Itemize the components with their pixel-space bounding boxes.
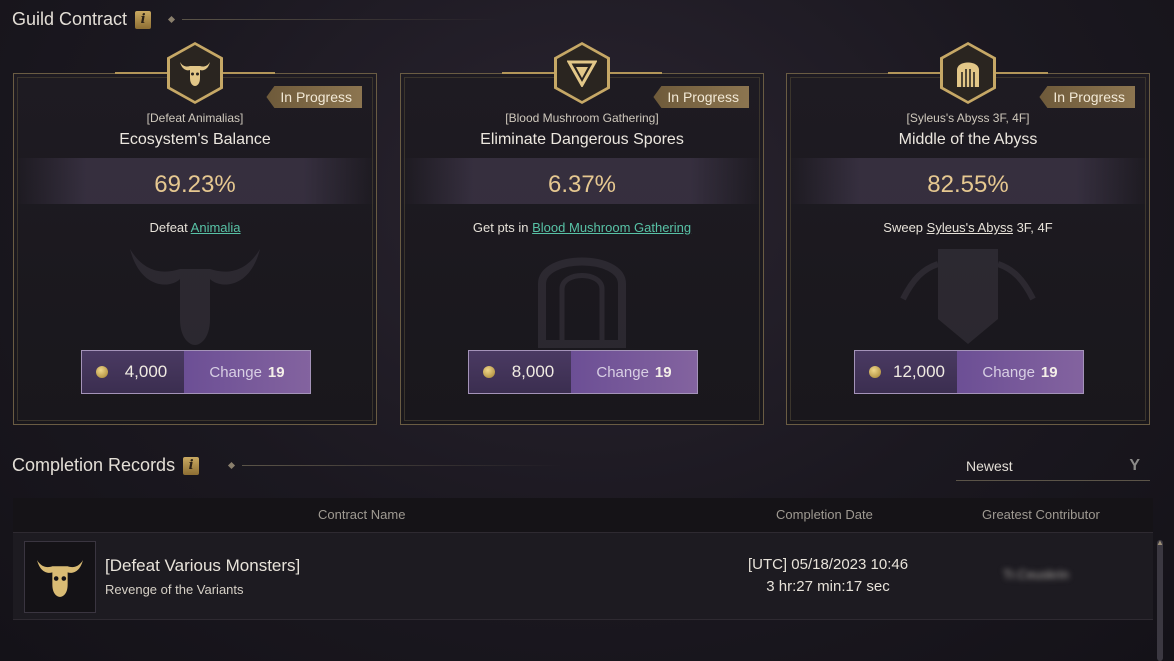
change-count: 19 — [267, 363, 285, 381]
card-emblem — [115, 42, 275, 106]
card-emblem — [502, 42, 662, 106]
reward-change-button[interactable]: 8,000 Change 19 — [468, 350, 698, 394]
gate-watermark-icon — [538, 257, 626, 348]
contract-card[interactable]: In Progress [Defeat Animalias] Ecosystem… — [13, 42, 377, 425]
records-table-header: Contract Name Completion Date Greatest C… — [13, 498, 1153, 533]
table-row[interactable]: [Defeat Various Monsters] Revenge of the… — [13, 532, 1153, 620]
record-contributor: Tr.Ceuskrin — [1003, 567, 1069, 582]
record-title: [Defeat Various Monsters] — [105, 556, 301, 575]
card-emblem — [888, 42, 1048, 106]
gold-coin-icon — [96, 366, 108, 378]
guild-contract-header: Guild Contract i — [12, 9, 503, 30]
header-divider-line — [182, 19, 503, 20]
reward-change-button[interactable]: 4,000 Change 19 — [81, 350, 311, 394]
bull-watermark-icon — [130, 249, 260, 345]
emblem-wing-right — [994, 72, 1048, 74]
change-section[interactable]: Change 19 — [184, 351, 310, 393]
banner-watermark-icon — [900, 249, 1036, 344]
emblem-hexagon — [554, 42, 610, 104]
change-section[interactable]: Change 19 — [957, 351, 1083, 393]
change-count: 19 — [654, 363, 672, 381]
reward-amount: 4,000 — [124, 362, 168, 381]
record-icon-frame — [24, 541, 96, 613]
status-badge: In Progress — [653, 86, 749, 108]
scroll-up-arrow-icon[interactable]: ▲ — [1156, 538, 1164, 547]
info-scroll-icon[interactable]: i — [135, 10, 152, 29]
card-title: Middle of the Abyss — [898, 131, 1038, 148]
desc-link[interactable]: Syleus's Abyss — [927, 220, 1013, 235]
bull-horns-icon — [180, 62, 210, 86]
card-subtitle: [Defeat Animalias] — [146, 111, 244, 125]
column-header: Greatest Contributor — [982, 507, 1100, 522]
info-scroll-icon[interactable]: i — [183, 456, 200, 475]
emblem-wing-left — [502, 72, 556, 74]
desc-link[interactable]: Blood Mushroom Gathering — [532, 220, 691, 235]
progress-percent: 6.37% — [547, 171, 617, 198]
header-divider-dot — [168, 15, 176, 24]
gate-icon — [957, 62, 979, 87]
emblem-wing-right — [221, 72, 275, 74]
desc-prefix: Defeat — [149, 220, 191, 235]
change-count: 19 — [1040, 363, 1058, 381]
contract-card[interactable]: In Progress [Syleus's Abyss 3F, 4F] Midd… — [786, 42, 1150, 425]
status-badge: In Progress — [1039, 86, 1135, 108]
contract-card[interactable]: In Progress [Blood Mushroom Gathering] E… — [400, 42, 764, 425]
completion-records-header: Completion Records i — [12, 455, 563, 476]
card-title: Eliminate Dangerous Spores — [480, 131, 684, 148]
change-label: Change — [209, 363, 262, 381]
progress-percent: 82.55% — [927, 171, 1009, 198]
emblem-wing-right — [608, 72, 662, 74]
header-divider-dot — [228, 461, 236, 470]
emblem-hexagon — [167, 42, 223, 104]
completion-records-title: Completion Records — [12, 455, 176, 475]
sort-dropdown[interactable]: Newest Y — [956, 451, 1150, 481]
column-header: Contract Name — [318, 507, 406, 522]
record-duration: 3 hr:27 min:17 sec — [766, 578, 890, 595]
desc-prefix: Get pts in — [472, 220, 533, 235]
reward-amount: 8,000 — [511, 362, 555, 381]
desc-link[interactable]: Animalia — [191, 220, 241, 235]
desc-prefix: Sweep — [883, 220, 927, 235]
card-title: Ecosystem's Balance — [119, 131, 271, 148]
card-subtitle: [Syleus's Abyss 3F, 4F] — [906, 111, 1030, 125]
reward-amount: 12,000 — [893, 362, 945, 381]
status-badge: In Progress — [266, 86, 362, 108]
bull-horns-icon — [37, 560, 83, 597]
record-date: [UTC] 05/18/2023 10:46 — [747, 556, 909, 573]
card-description: Sweep Syleus's Abyss 3F, 4F — [787, 220, 1149, 235]
emblem-wing-left — [888, 72, 942, 74]
card-description: Get pts in Blood Mushroom Gathering — [401, 220, 763, 235]
header-divider-line — [242, 465, 563, 466]
card-subtitle: [Blood Mushroom Gathering] — [505, 111, 659, 125]
progress-percent: 69.23% — [154, 171, 236, 198]
filter-icon[interactable]: Y — [1129, 457, 1140, 475]
emblem-hexagon — [940, 42, 996, 104]
scrollbar[interactable] — [1157, 540, 1163, 661]
gold-coin-icon — [483, 366, 495, 378]
change-label: Change — [982, 363, 1035, 381]
gold-coin-icon — [869, 366, 881, 378]
change-section[interactable]: Change 19 — [571, 351, 697, 393]
triangle-shield-icon — [567, 60, 597, 87]
record-subtitle: Revenge of the Variants — [105, 582, 244, 597]
guild-contract-title: Guild Contract — [12, 9, 128, 29]
sort-selected: Newest — [966, 457, 1013, 474]
card-description: Defeat Animalia — [14, 220, 376, 235]
emblem-wing-left — [115, 72, 169, 74]
desc-suffix: 3F, 4F — [1012, 220, 1053, 235]
reward-change-button[interactable]: 12,000 Change 19 — [854, 350, 1084, 394]
change-label: Change — [596, 363, 649, 381]
column-header: Completion Date — [776, 507, 873, 522]
